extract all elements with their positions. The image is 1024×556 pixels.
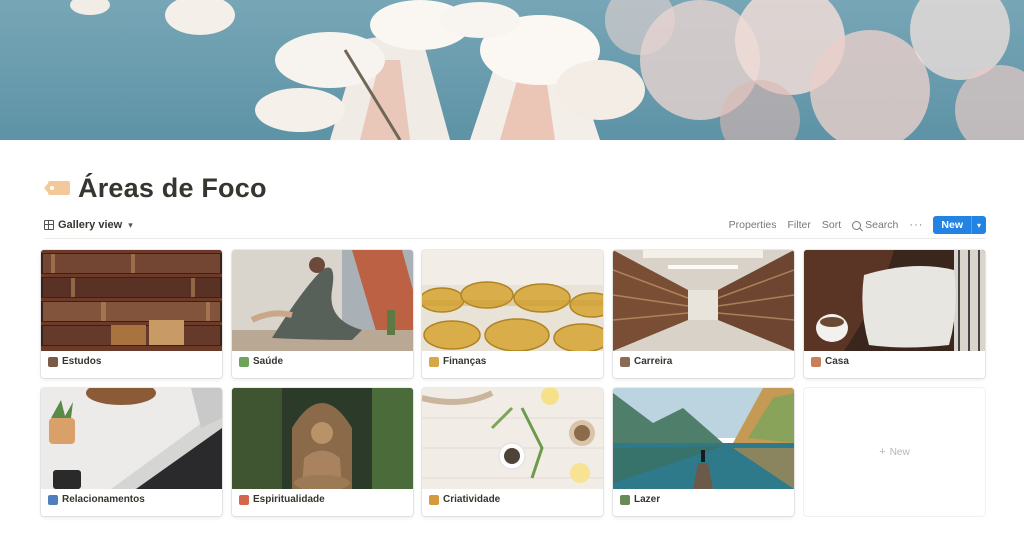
card-title: Carreira xyxy=(634,356,673,367)
view-switcher[interactable]: Gallery view ▾ xyxy=(44,219,133,231)
card-label: Relacionamentos xyxy=(48,494,145,505)
filter-button[interactable]: Filter xyxy=(788,219,811,231)
library-aisle-image xyxy=(613,250,794,351)
card-label: Espiritualidade xyxy=(239,494,325,505)
yoga-image xyxy=(232,250,413,351)
herbs-table-image xyxy=(422,388,603,489)
gallery-grid-icon xyxy=(44,220,54,230)
card-title: Estudos xyxy=(62,356,102,367)
card-label: Lazer xyxy=(620,494,660,505)
people-emoji-icon xyxy=(48,494,58,505)
herb-emoji-icon xyxy=(239,356,249,367)
card-label: Criatividade xyxy=(429,494,500,505)
page-title[interactable]: Áreas de Foco xyxy=(78,173,267,204)
card-title: Casa xyxy=(825,356,849,367)
gallery-card-casa[interactable]: Casa xyxy=(804,250,985,378)
card-title: Finanças xyxy=(443,356,487,367)
label-tag-icon[interactable] xyxy=(44,179,70,197)
card-title: Criatividade xyxy=(443,494,501,505)
lake-mountains-image xyxy=(613,388,794,489)
books-emoji-icon xyxy=(48,356,58,367)
gold-coins-image xyxy=(422,250,603,351)
add-new-label: New xyxy=(889,446,910,458)
card-title: Espiritualidade xyxy=(253,494,325,505)
person-emoji-icon xyxy=(620,356,630,367)
card-label: Estudos xyxy=(48,356,101,367)
house-emoji-icon xyxy=(811,356,821,367)
card-title: Relacionamentos xyxy=(62,494,145,505)
gallery-card-carreira[interactable]: Carreira xyxy=(613,250,794,378)
buddha-statue-image xyxy=(232,388,413,489)
search-label: Search xyxy=(865,219,899,231)
search-icon xyxy=(852,220,862,230)
laptop-desk-image xyxy=(41,388,222,489)
cherry-blossom-cover xyxy=(0,0,1024,140)
new-button-group: New ▾ xyxy=(933,216,986,234)
more-options-button[interactable]: ··· xyxy=(909,219,923,231)
palette-emoji-icon xyxy=(429,494,439,505)
gallery-card-estudos[interactable]: Estudos xyxy=(41,250,222,378)
properties-button[interactable]: Properties xyxy=(729,219,777,231)
new-button[interactable]: New xyxy=(933,216,971,234)
gallery-card-saude[interactable]: Saúde xyxy=(232,250,413,378)
meditation-emoji-icon xyxy=(239,494,249,505)
gallery-card-espiritualidade[interactable]: Espiritualidade xyxy=(232,388,413,516)
card-label: Carreira xyxy=(620,356,672,367)
chevron-down-icon: ▾ xyxy=(128,219,133,230)
card-title: Saúde xyxy=(253,356,284,367)
gallery-card-criatividade[interactable]: Criatividade xyxy=(422,388,603,516)
card-title: Lazer xyxy=(634,494,661,505)
gallery-card-lazer[interactable]: Lazer xyxy=(613,388,794,516)
page-cover-image xyxy=(0,0,1024,140)
gallery-card-relacionamentos[interactable]: Relacionamentos xyxy=(41,388,222,516)
toolbar-divider xyxy=(44,238,986,239)
sort-button[interactable]: Sort xyxy=(822,219,841,231)
view-label: Gallery view xyxy=(58,219,123,231)
money-bag-emoji-icon xyxy=(429,356,439,367)
card-label: Casa xyxy=(811,356,849,367)
search-button[interactable]: Search xyxy=(852,219,898,231)
page-title-row: Áreas de Foco xyxy=(44,168,267,208)
card-label: Saúde xyxy=(239,356,283,367)
leather-sofa-image xyxy=(804,250,985,351)
database-toolbar: Gallery view ▾ Properties Filter Sort Se… xyxy=(44,214,986,236)
card-label: Finanças xyxy=(429,356,486,367)
bookshelf-image xyxy=(41,250,222,351)
gallery-card-financas[interactable]: Finanças xyxy=(422,250,603,378)
add-new-card-button[interactable]: + New xyxy=(804,388,985,516)
new-dropdown-chevron-icon[interactable]: ▾ xyxy=(971,216,986,234)
camping-emoji-icon xyxy=(620,494,630,505)
plus-icon: + xyxy=(879,446,886,458)
